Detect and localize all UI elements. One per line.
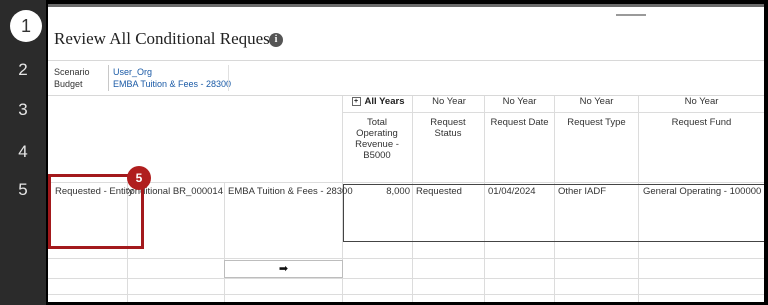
pov-value-entity[interactable]: EMBA Tuition & Fees - 28300 <box>113 79 231 89</box>
step-badge: 5 <box>127 166 151 190</box>
pov-label-budget: Budget <box>54 79 83 89</box>
col-subheader-status: Request Status <box>430 117 466 139</box>
pov-divider <box>108 65 109 91</box>
grid-line <box>48 258 764 259</box>
row-number-5: 5 <box>18 180 28 199</box>
col-header-no-year-1: No Year <box>432 96 466 107</box>
row-number-4: 4 <box>18 142 28 161</box>
pov-label-scenario: Scenario <box>54 67 90 77</box>
arrow-right-icon[interactable]: ➡ <box>224 260 343 278</box>
expand-icon[interactable]: + <box>351 97 361 106</box>
grid-line <box>48 182 764 183</box>
cell-request-fund[interactable]: General Operating - 100000 <box>643 186 761 197</box>
col-header-no-year-3: No Year <box>579 96 614 107</box>
col-subheader-type: Request Type <box>567 117 626 128</box>
info-icon[interactable]: i <box>269 33 283 47</box>
grid-line <box>48 294 764 295</box>
grid-line <box>342 112 764 113</box>
col-header-all-years[interactable]: + All Years <box>344 96 412 107</box>
col-header-no-year-2: No Year <box>502 96 537 107</box>
row-number-3: 3 <box>18 100 28 119</box>
top-strip <box>48 4 764 7</box>
cell-request-type[interactable]: Other IADF <box>558 186 606 197</box>
col-subheader-fund: Request Fund <box>671 117 732 128</box>
pov-value-user-org[interactable]: User_Org <box>113 67 152 77</box>
drag-handle[interactable] <box>616 14 646 16</box>
row-number-1: 1 <box>10 10 42 42</box>
col-subheader-date: Request Date <box>490 117 549 128</box>
col-header-no-year-4: No Year <box>684 96 719 107</box>
cell-request-status[interactable]: Requested <box>416 186 462 197</box>
app-frame: 1 2 3 4 5 Review All Conditional Request… <box>0 0 768 305</box>
grid-line <box>48 278 764 279</box>
grid-line <box>224 182 225 302</box>
row-header-org[interactable]: EMBA Tuition & Fees - 28300 <box>228 186 353 197</box>
cell-revenue[interactable]: 8,000 <box>344 186 410 197</box>
row-number-2: 2 <box>18 60 28 79</box>
form-sheet: Review All Conditional Requests i Scenar… <box>48 4 764 302</box>
col-subheader-revenue: Total Operating Revenue - B5000 <box>355 117 399 161</box>
row-number-gutter: 1 2 3 4 5 <box>0 0 46 305</box>
col-header-all-years-label: All Years <box>364 96 405 107</box>
pov-divider-2 <box>228 65 229 91</box>
cell-request-date[interactable]: 01/04/2024 <box>488 186 536 197</box>
page-title: Review All Conditional Requests <box>54 29 282 48</box>
pov-bar: Scenario Budget User_Org EMBA Tuition & … <box>48 60 764 96</box>
